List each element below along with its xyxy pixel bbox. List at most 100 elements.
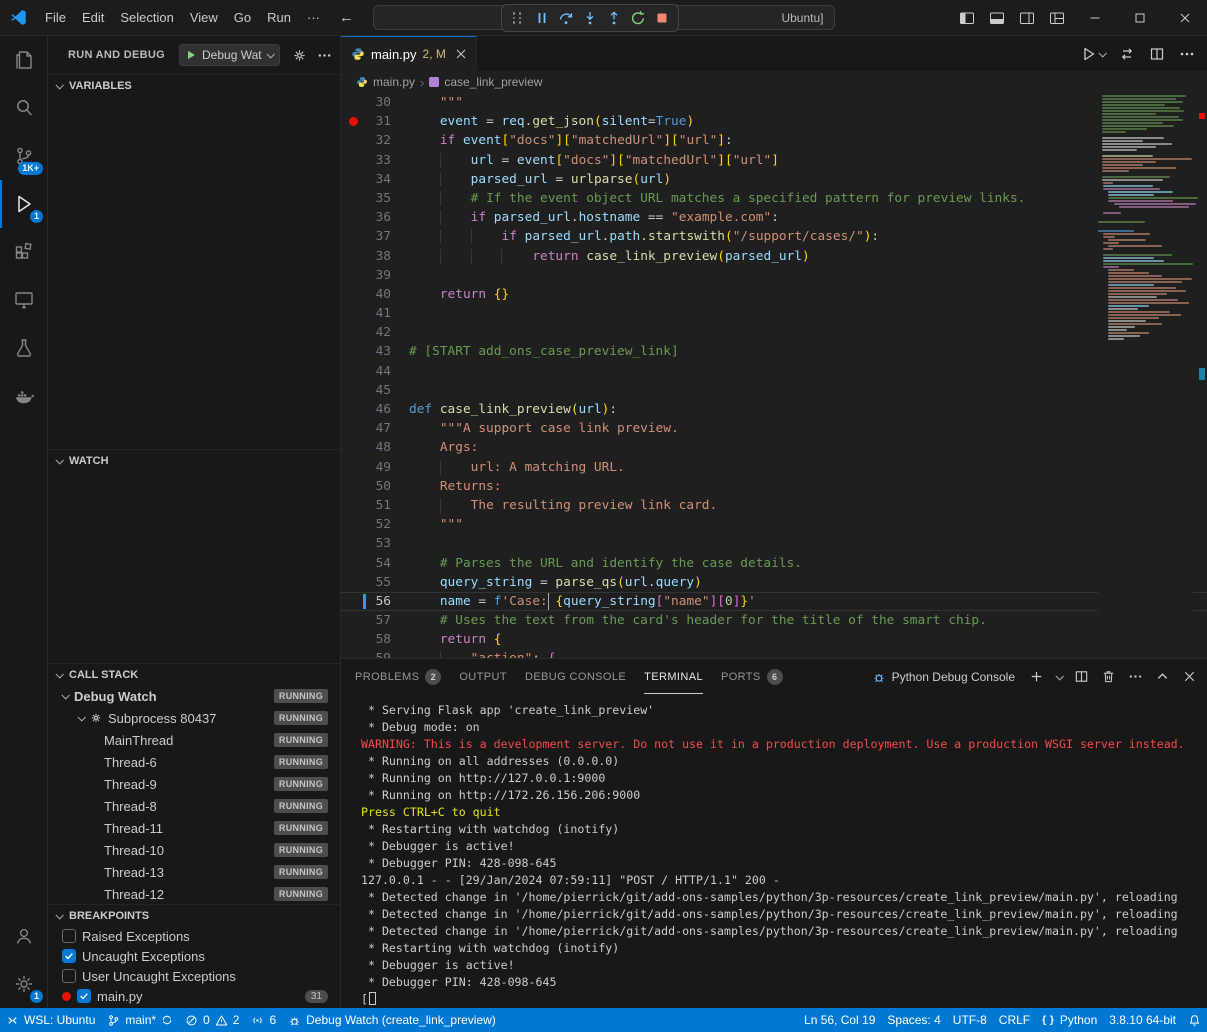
breadcrumb-file[interactable]: main.py <box>373 75 415 89</box>
call-stack-item[interactable]: Debug WatchRUNNING <box>48 685 340 707</box>
glyph-margin[interactable] <box>341 170 365 189</box>
problems-status[interactable]: 0 2 <box>179 1008 245 1032</box>
code-line[interactable]: 52 """ <box>341 515 1207 534</box>
toolbar-drag-grip[interactable] <box>508 7 528 29</box>
code-line[interactable]: 30 """ <box>341 93 1207 112</box>
call-stack-item[interactable]: Thread-11RUNNING <box>48 817 340 839</box>
panel-tab-problems[interactable]: PROBLEMS2 <box>355 659 441 694</box>
toggle-secondary-sidebar-icon[interactable] <box>1012 0 1042 35</box>
glyph-margin[interactable] <box>341 131 365 150</box>
code-line[interactable]: 53 <box>341 534 1207 553</box>
run-python-file-button[interactable] <box>1081 46 1105 62</box>
glyph-margin[interactable] <box>341 362 365 381</box>
terminal-instance-python-debug-console[interactable]: Python Debug Console <box>872 670 1015 684</box>
glyph-margin[interactable] <box>341 381 365 400</box>
glyph-margin[interactable] <box>341 534 365 553</box>
minimize-button[interactable] <box>1072 0 1117 35</box>
glyph-margin[interactable] <box>341 93 365 112</box>
call-stack-item[interactable]: Thread-13RUNNING <box>48 861 340 883</box>
code-line[interactable]: 33 url = event["docs"]["matchedUrl"]["ur… <box>341 151 1207 170</box>
toggle-panel-icon[interactable] <box>982 0 1012 35</box>
run-and-debug-icon[interactable]: 1 <box>0 180 48 228</box>
code-line[interactable]: 59 "action": { <box>341 649 1207 658</box>
testing-icon[interactable] <box>0 324 48 372</box>
minimap[interactable] <box>1098 93 1193 658</box>
menu-overflow[interactable]: ··· <box>299 7 328 28</box>
breakpoint-dot[interactable] <box>349 117 358 126</box>
accounts-icon[interactable] <box>0 912 48 960</box>
explorer-icon[interactable] <box>0 36 48 84</box>
split-editor-icon[interactable] <box>1149 46 1165 62</box>
glyph-margin[interactable] <box>341 419 365 438</box>
glyph-margin[interactable] <box>341 208 365 227</box>
call-stack-item[interactable]: Thread-12RUNNING <box>48 883 340 904</box>
menu-file[interactable]: File <box>37 7 74 28</box>
glyph-margin[interactable] <box>341 573 365 592</box>
code-line[interactable]: 36 if parsed_url.hostname == "example.co… <box>341 208 1207 227</box>
menu-view[interactable]: View <box>182 7 226 28</box>
code-line[interactable]: 35 # If the event object URL matches a s… <box>341 189 1207 208</box>
glyph-margin[interactable] <box>341 438 365 457</box>
cursor-position[interactable]: Ln 56, Col 19 <box>798 1008 881 1032</box>
glyph-margin[interactable] <box>341 477 365 496</box>
breakpoint-checkbox[interactable] <box>62 929 76 943</box>
call-stack-item[interactable]: Thread-8RUNNING <box>48 795 340 817</box>
language-status[interactable]: { } Python <box>1036 1008 1103 1032</box>
glyph-margin[interactable] <box>341 151 365 170</box>
glyph-margin[interactable] <box>341 592 365 611</box>
glyph-margin[interactable] <box>341 285 365 304</box>
panel-tab-output[interactable]: OUTPUT <box>459 659 507 694</box>
remote-indicator[interactable]: WSL: Ubuntu <box>0 1008 101 1032</box>
glyph-margin[interactable] <box>341 649 365 658</box>
docker-icon[interactable] <box>0 372 48 420</box>
code-line[interactable]: 58 return { <box>341 630 1207 649</box>
stop-button[interactable] <box>652 7 672 29</box>
maximize-panel-icon[interactable] <box>1155 669 1170 684</box>
tab-close-icon[interactable] <box>456 49 466 59</box>
glyph-margin[interactable] <box>341 342 365 361</box>
panel-tab-ports[interactable]: PORTS6 <box>721 659 783 694</box>
code-line[interactable]: 41 <box>341 304 1207 323</box>
call-stack-item[interactable]: Thread-9RUNNING <box>48 773 340 795</box>
back-button[interactable]: ← <box>330 9 363 26</box>
code-line[interactable]: 34 parsed_url = urlparse(url) <box>341 170 1207 189</box>
breakpoint-item[interactable]: Uncaught Exceptions <box>48 946 340 966</box>
encoding-status[interactable]: UTF-8 <box>947 1008 993 1032</box>
menu-edit[interactable]: Edit <box>74 7 112 28</box>
extensions-icon[interactable] <box>0 228 48 276</box>
code-line[interactable]: 56 name = f'Case: {query_string["name"][… <box>341 592 1207 611</box>
views-more-actions-icon[interactable] <box>317 48 332 63</box>
code-line[interactable]: 40 return {} <box>341 285 1207 304</box>
code-line[interactable]: 44 <box>341 362 1207 381</box>
open-changes-icon[interactable] <box>1119 46 1135 62</box>
call-stack-item[interactable]: Thread-10RUNNING <box>48 839 340 861</box>
breakpoints-section-header[interactable]: BREAKPOINTS <box>48 904 340 926</box>
toggle-sidebar-icon[interactable] <box>952 0 982 35</box>
code-line[interactable]: 45 <box>341 381 1207 400</box>
code-line[interactable]: 38 return case_link_preview(parsed_url) <box>341 247 1207 266</box>
glyph-margin[interactable] <box>341 611 365 630</box>
code-line[interactable]: 46def case_link_preview(url): <box>341 400 1207 419</box>
code-line[interactable]: 48 Args: <box>341 438 1207 457</box>
kill-terminal-icon[interactable] <box>1101 669 1116 684</box>
step-over-button[interactable] <box>556 7 576 29</box>
glyph-margin[interactable] <box>341 554 365 573</box>
glyph-margin[interactable] <box>341 515 365 534</box>
tab-main-py[interactable]: main.py 2, M <box>341 36 477 71</box>
search-icon[interactable] <box>0 84 48 132</box>
eol-status[interactable]: CRLF <box>993 1008 1036 1032</box>
call-stack-section-header[interactable]: CALL STACK <box>48 663 340 685</box>
code-line[interactable]: 51 The resulting preview link card. <box>341 496 1207 515</box>
breakpoint-checkbox[interactable] <box>62 949 76 963</box>
panel-tab-terminal[interactable]: TERMINAL <box>644 659 703 694</box>
breakpoint-checkbox[interactable] <box>77 989 91 1003</box>
menu-go[interactable]: Go <box>226 7 259 28</box>
source-control-icon[interactable]: 1K+ <box>0 132 48 180</box>
notifications-bell[interactable] <box>1182 1008 1207 1032</box>
indentation-status[interactable]: Spaces: 4 <box>881 1008 946 1032</box>
breakpoint-checkbox[interactable] <box>62 969 76 983</box>
glyph-margin[interactable] <box>341 458 365 477</box>
command-center[interactable]: Ubuntu] <box>373 5 835 30</box>
breakpoint-item[interactable]: User Uncaught Exceptions <box>48 966 340 986</box>
code-line[interactable]: 39 <box>341 266 1207 285</box>
